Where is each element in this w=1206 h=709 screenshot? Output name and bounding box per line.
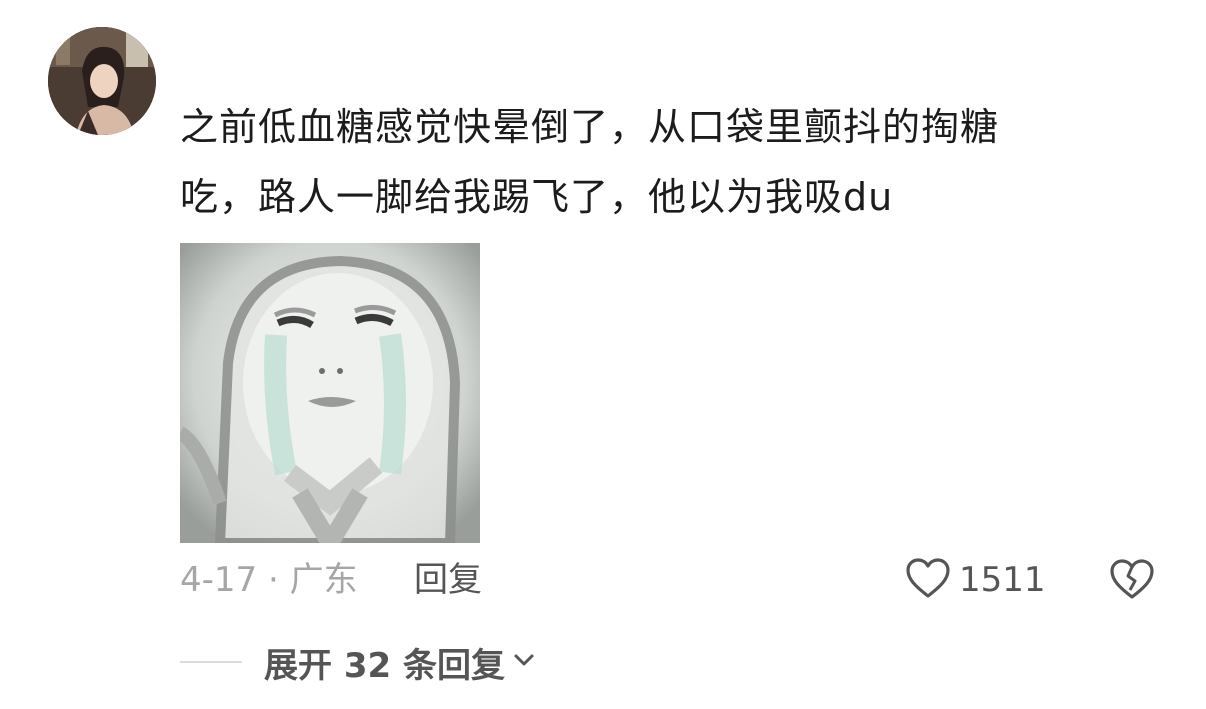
broken-heart-icon xyxy=(1108,559,1156,605)
comment-date-location: 4-17 · 广东 xyxy=(180,560,358,600)
divider-line xyxy=(180,661,242,663)
comment-text: 之前低血糖感觉快晕倒了，从口袋里颤抖的掏糖 吃，路人一脚给我踢飞了，他以为我吸d… xyxy=(180,92,1140,232)
dislike-button[interactable] xyxy=(1108,557,1156,603)
avatar[interactable] xyxy=(48,27,156,135)
chevron-down-icon xyxy=(513,652,535,672)
reply-button[interactable]: 回复 xyxy=(414,555,482,605)
expand-replies-label[interactable]: 展开 32 条回复 xyxy=(264,638,505,687)
comment-text-line-1: 之前低血糖感觉快晕倒了，从口袋里颤抖的掏糖 xyxy=(180,105,1000,149)
like-count: 1511 xyxy=(959,560,1046,600)
expand-replies[interactable]: 展开 32 条回复 xyxy=(180,637,535,687)
crying-meme-sticker[interactable] xyxy=(180,243,480,543)
heart-outline-icon xyxy=(905,557,951,603)
like-button[interactable]: 1511 xyxy=(905,555,1046,605)
comment-text-line-2: 吃，路人一脚给我踢飞了，他以为我吸du xyxy=(180,175,894,219)
